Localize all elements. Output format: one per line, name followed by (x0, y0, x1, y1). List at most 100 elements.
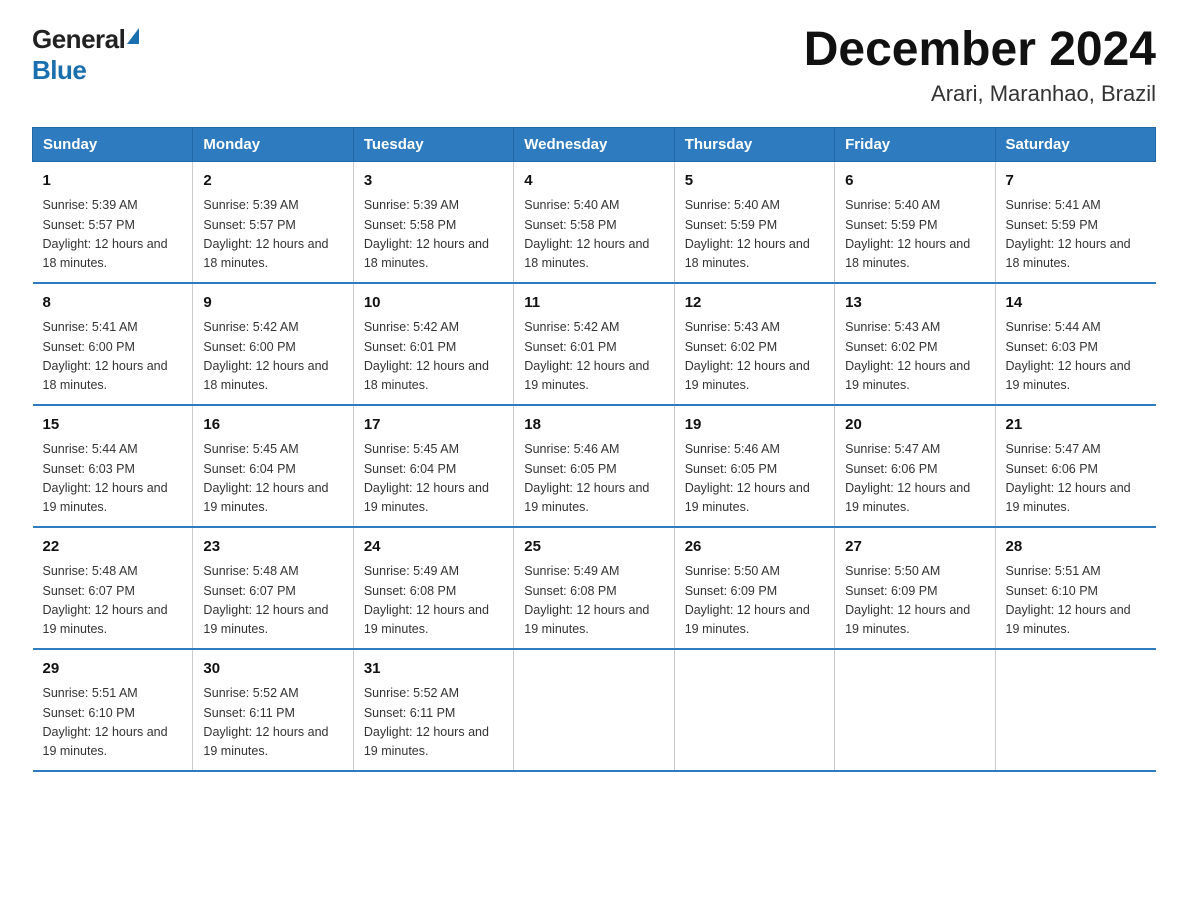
calendar-cell: 16Sunrise: 5:45 AMSunset: 6:04 PMDayligh… (193, 405, 353, 527)
calendar-table: SundayMondayTuesdayWednesdayThursdayFrid… (32, 127, 1156, 772)
calendar-cell (835, 649, 995, 771)
logo-triangle-icon (127, 28, 139, 44)
calendar-cell: 29Sunrise: 5:51 AMSunset: 6:10 PMDayligh… (33, 649, 193, 771)
day-number: 19 (685, 414, 824, 437)
title-block: December 2024 Arari, Maranhao, Brazil (804, 24, 1156, 107)
calendar-cell (514, 649, 674, 771)
day-number: 4 (524, 170, 663, 193)
day-number: 24 (364, 536, 503, 559)
day-info: Sunrise: 5:50 AMSunset: 6:09 PMDaylight:… (685, 562, 824, 640)
day-info: Sunrise: 5:40 AMSunset: 5:58 PMDaylight:… (524, 196, 663, 274)
calendar-cell: 15 Sunrise: 5:44 AMSunset: 6:03 PMDayligh… (33, 405, 193, 527)
calendar-cell: 31 Sunrise: 5:52 AMSunset: 6:11 PMDayligh… (353, 649, 513, 771)
day-number: 12 (685, 292, 824, 315)
day-info: Sunrise: 5:49 AMSunset: 6:08 PMDaylight:… (524, 562, 663, 640)
weekday-header-tuesday: Tuesday (353, 127, 513, 161)
calendar-cell: 17Sunrise: 5:45 AMSunset: 6:04 PMDayligh… (353, 405, 513, 527)
day-number: 20 (845, 414, 984, 437)
calendar-week-row: 22 Sunrise: 5:48 AMSunset: 6:07 PMDayligh… (33, 527, 1156, 649)
day-number: 9 (203, 292, 342, 315)
calendar-cell: 24 Sunrise: 5:49 AMSunset: 6:08 PMDayligh… (353, 527, 513, 649)
calendar-header: SundayMondayTuesdayWednesdayThursdayFrid… (33, 127, 1156, 161)
calendar-cell: 8 Sunrise: 5:41 AMSunset: 6:00 PMDaylight… (33, 283, 193, 405)
calendar-cell: 25 Sunrise: 5:49 AMSunset: 6:08 PMDayligh… (514, 527, 674, 649)
calendar-cell: 12Sunrise: 5:43 AMSunset: 6:02 PMDayligh… (674, 283, 834, 405)
calendar-cell: 18Sunrise: 5:46 AMSunset: 6:05 PMDayligh… (514, 405, 674, 527)
calendar-cell: 26 Sunrise: 5:50 AMSunset: 6:09 PMDayligh… (674, 527, 834, 649)
calendar-week-row: 1 Sunrise: 5:39 AMSunset: 5:57 PMDaylight… (33, 161, 1156, 283)
day-number: 22 (43, 536, 183, 559)
calendar-cell: 23 Sunrise: 5:48 AMSunset: 6:07 PMDayligh… (193, 527, 353, 649)
calendar-cell: 20 Sunrise: 5:47 AMSunset: 6:06 PMDayligh… (835, 405, 995, 527)
calendar-cell: 19Sunrise: 5:46 AMSunset: 6:05 PMDayligh… (674, 405, 834, 527)
day-info: Sunrise: 5:42 AMSunset: 6:01 PMDaylight:… (524, 318, 663, 396)
day-number: 31 (364, 658, 503, 681)
calendar-cell: 21Sunrise: 5:47 AMSunset: 6:06 PMDayligh… (995, 405, 1155, 527)
weekday-header-row: SundayMondayTuesdayWednesdayThursdayFrid… (33, 127, 1156, 161)
day-number: 7 (1006, 170, 1146, 193)
day-info: Sunrise: 5:51 AMSunset: 6:10 PMDaylight:… (1006, 562, 1146, 640)
weekday-header-thursday: Thursday (674, 127, 834, 161)
day-info: Sunrise: 5:45 AMSunset: 6:04 PMDaylight:… (364, 440, 503, 518)
day-info: Sunrise: 5:48 AMSunset: 6:07 PMDaylight:… (203, 562, 342, 640)
weekday-header-wednesday: Wednesday (514, 127, 674, 161)
day-number: 5 (685, 170, 824, 193)
day-info: Sunrise: 5:41 AMSunset: 6:00 PMDaylight:… (43, 318, 183, 396)
day-info: Sunrise: 5:52 AMSunset: 6:11 PMDaylight:… (203, 684, 342, 762)
day-number: 23 (203, 536, 342, 559)
day-number: 3 (364, 170, 503, 193)
month-title: December 2024 (804, 24, 1156, 77)
calendar-cell: 9 Sunrise: 5:42 AMSunset: 6:00 PMDaylight… (193, 283, 353, 405)
day-number: 11 (524, 292, 663, 315)
day-number: 16 (203, 414, 342, 437)
day-info: Sunrise: 5:49 AMSunset: 6:08 PMDaylight:… (364, 562, 503, 640)
calendar-cell (674, 649, 834, 771)
day-number: 15 (43, 414, 183, 437)
calendar-week-row: 29Sunrise: 5:51 AMSunset: 6:10 PMDayligh… (33, 649, 1156, 771)
calendar-cell: 11 Sunrise: 5:42 AMSunset: 6:01 PMDayligh… (514, 283, 674, 405)
day-info: Sunrise: 5:44 AMSunset: 6:03 PMDaylight:… (1006, 318, 1146, 396)
weekday-header-monday: Monday (193, 127, 353, 161)
day-info: Sunrise: 5:42 AMSunset: 6:00 PMDaylight:… (203, 318, 342, 396)
day-number: 30 (203, 658, 342, 681)
calendar-cell: 13 Sunrise: 5:43 AMSunset: 6:02 PMDayligh… (835, 283, 995, 405)
calendar-cell: 3 Sunrise: 5:39 AMSunset: 5:58 PMDaylight… (353, 161, 513, 283)
day-info: Sunrise: 5:50 AMSunset: 6:09 PMDaylight:… (845, 562, 984, 640)
day-info: Sunrise: 5:43 AMSunset: 6:02 PMDaylight:… (845, 318, 984, 396)
day-info: Sunrise: 5:39 AMSunset: 5:58 PMDaylight:… (364, 196, 503, 274)
day-info: Sunrise: 5:47 AMSunset: 6:06 PMDaylight:… (845, 440, 984, 518)
calendar-cell: 14Sunrise: 5:44 AMSunset: 6:03 PMDayligh… (995, 283, 1155, 405)
day-info: Sunrise: 5:42 AMSunset: 6:01 PMDaylight:… (364, 318, 503, 396)
day-info: Sunrise: 5:40 AMSunset: 5:59 PMDaylight:… (685, 196, 824, 274)
calendar-cell (995, 649, 1155, 771)
day-number: 27 (845, 536, 984, 559)
day-number: 1 (43, 170, 183, 193)
calendar-cell: 4 Sunrise: 5:40 AMSunset: 5:58 PMDaylight… (514, 161, 674, 283)
logo: General Blue (32, 24, 139, 86)
calendar-cell: 22Sunrise: 5:48 AMSunset: 6:07 PMDayligh… (33, 527, 193, 649)
page-header: General Blue December 2024 Arari, Maranh… (32, 24, 1156, 107)
location-title: Arari, Maranhao, Brazil (804, 81, 1156, 107)
logo-blue-text: Blue (32, 55, 86, 86)
logo-general-text: General (32, 24, 125, 55)
day-number: 8 (43, 292, 183, 315)
calendar-week-row: 8 Sunrise: 5:41 AMSunset: 6:00 PMDaylight… (33, 283, 1156, 405)
day-info: Sunrise: 5:39 AMSunset: 5:57 PMDaylight:… (203, 196, 342, 274)
calendar-body: 1 Sunrise: 5:39 AMSunset: 5:57 PMDaylight… (33, 161, 1156, 771)
calendar-cell: 28Sunrise: 5:51 AMSunset: 6:10 PMDayligh… (995, 527, 1155, 649)
day-number: 21 (1006, 414, 1146, 437)
day-number: 29 (43, 658, 183, 681)
day-number: 25 (524, 536, 663, 559)
day-number: 13 (845, 292, 984, 315)
weekday-header-sunday: Sunday (33, 127, 193, 161)
day-info: Sunrise: 5:44 AMSunset: 6:03 PMDaylight:… (43, 440, 183, 518)
day-info: Sunrise: 5:39 AMSunset: 5:57 PMDaylight:… (43, 196, 183, 274)
day-number: 2 (203, 170, 342, 193)
day-number: 26 (685, 536, 824, 559)
day-info: Sunrise: 5:52 AMSunset: 6:11 PMDaylight:… (364, 684, 503, 762)
calendar-week-row: 15 Sunrise: 5:44 AMSunset: 6:03 PMDayligh… (33, 405, 1156, 527)
calendar-cell: 5 Sunrise: 5:40 AMSunset: 5:59 PMDaylight… (674, 161, 834, 283)
day-number: 10 (364, 292, 503, 315)
calendar-cell: 30 Sunrise: 5:52 AMSunset: 6:11 PMDayligh… (193, 649, 353, 771)
calendar-cell: 1 Sunrise: 5:39 AMSunset: 5:57 PMDaylight… (33, 161, 193, 283)
